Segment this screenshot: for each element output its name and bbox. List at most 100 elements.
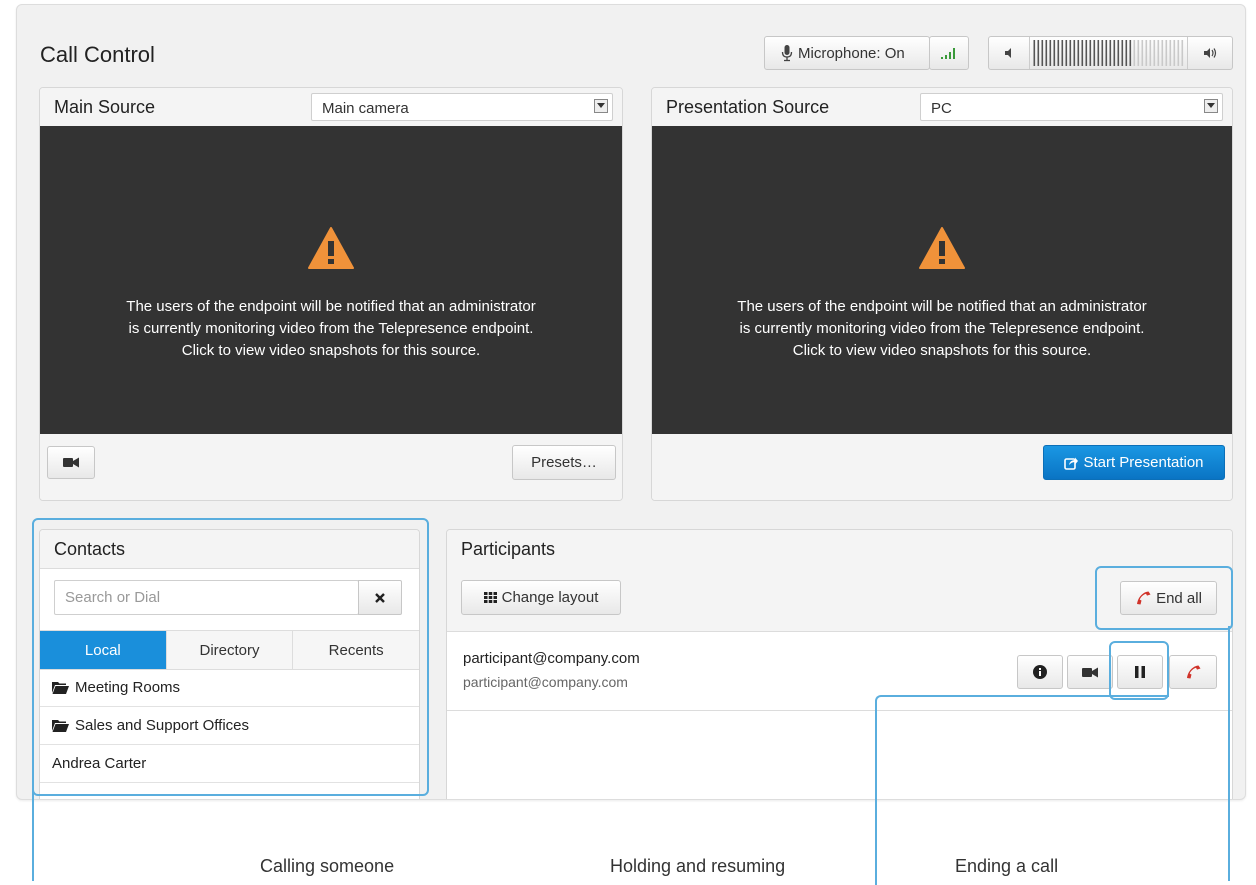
volume-tick (1073, 40, 1076, 66)
participant-info-button[interactable] (1017, 655, 1063, 689)
volume-tick (1061, 40, 1064, 66)
microphone-button[interactable]: Microphone: On (764, 36, 930, 70)
message-line: The users of the endpoint will be notifi… (737, 298, 1147, 315)
warning-icon (919, 227, 965, 269)
message-line: The users of the endpoint will be notifi… (126, 298, 536, 315)
volume-tick (1105, 40, 1108, 66)
microphone-level-button[interactable] (929, 36, 969, 70)
volume-tick (1153, 40, 1156, 66)
video-camera-icon (1082, 667, 1098, 677)
annotation-hold (1109, 641, 1169, 700)
chevron-down-icon (594, 99, 608, 113)
volume-tick (1101, 40, 1104, 66)
presentation-source-select[interactable]: PC (920, 93, 1223, 121)
volume-tick (1045, 40, 1048, 66)
volume-tick (1053, 40, 1056, 66)
presentation-source-message: The users of the endpoint will be notifi… (652, 296, 1232, 362)
volume-slider[interactable] (1033, 40, 1185, 66)
volume-up-button[interactable] (1187, 37, 1232, 69)
volume-tick (1097, 40, 1100, 66)
info-icon (1033, 665, 1047, 679)
presets-button[interactable]: Presets… (512, 445, 616, 480)
main-source-panel: Main Source Main camera The users of the… (39, 87, 623, 501)
volume-tick (1169, 40, 1172, 66)
presentation-source-title: Presentation Source (666, 97, 830, 117)
main-source-footer: Presets… (40, 434, 622, 500)
change-layout-label: Change layout (501, 589, 599, 606)
volume-tick (1137, 40, 1140, 66)
chevron-down-icon (1204, 99, 1218, 113)
volume-tick (1113, 40, 1116, 66)
volume-tick (1117, 40, 1120, 66)
volume-tick (1145, 40, 1148, 66)
volume-down-icon (1005, 48, 1011, 58)
presentation-source-footer: Start Presentation (652, 434, 1232, 500)
volume-tick (1125, 40, 1128, 66)
volume-tick (1161, 40, 1164, 66)
message-line: Click to view video snapshots for this s… (792, 342, 1092, 359)
presentation-source-header: Presentation Source PC (652, 88, 1232, 127)
volume-tick (1173, 40, 1176, 66)
participants-header: Participants (447, 530, 1232, 569)
microphone-icon (781, 45, 793, 62)
volume-tick (1157, 40, 1160, 66)
annotation-line (1228, 626, 1230, 881)
participant-address: participant@company.com (463, 674, 628, 690)
volume-tick (1081, 40, 1084, 66)
caption-holding: Holding and resuming (610, 856, 786, 876)
main-source-video[interactable]: The users of the endpoint will be notifi… (40, 126, 622, 434)
volume-tick (1181, 40, 1184, 66)
presets-label: Presets… (531, 454, 597, 471)
presentation-source-panel: Presentation Source PC The users of the … (651, 87, 1233, 501)
volume-tick (1133, 40, 1136, 66)
volume-tick (1037, 40, 1040, 66)
volume-tick (1141, 40, 1144, 66)
caption-calling: Calling someone (260, 856, 395, 876)
caption-ending: Ending a call (955, 856, 1059, 876)
presentation-source-selected: PC (931, 100, 952, 117)
volume-tick (1121, 40, 1124, 66)
camera-control-button[interactable] (47, 446, 95, 479)
annotation-line (32, 790, 34, 881)
participant-video-button[interactable] (1067, 655, 1113, 689)
change-layout-button[interactable]: Change layout (461, 580, 621, 615)
volume-tick (1033, 40, 1036, 66)
annotation-end-all (1095, 566, 1233, 630)
volume-tick (1077, 40, 1080, 66)
start-presentation-label: Start Presentation (1083, 454, 1204, 471)
start-presentation-button[interactable]: Start Presentation (1043, 445, 1225, 480)
main-source-selected: Main camera (322, 100, 409, 117)
volume-tick (1089, 40, 1092, 66)
main-source-message: The users of the endpoint will be notifi… (40, 296, 622, 362)
volume-tick (1041, 40, 1044, 66)
microphone-label: Microphone: On (798, 44, 905, 62)
volume-tick (1049, 40, 1052, 66)
message-line: Click to view video snapshots for this s… (181, 342, 481, 359)
page-title: Call Control (40, 42, 155, 67)
volume-tick (1057, 40, 1060, 66)
volume-control (988, 36, 1233, 70)
volume-tick (1149, 40, 1152, 66)
volume-down-button[interactable] (989, 37, 1030, 69)
volume-tick (1085, 40, 1088, 66)
main-source-title: Main Source (54, 97, 156, 117)
signal-level-icon (941, 48, 955, 59)
participant-hangup-button[interactable] (1169, 655, 1217, 689)
volume-tick (1129, 40, 1132, 66)
volume-up-icon (1204, 48, 1217, 58)
volume-tick (1109, 40, 1112, 66)
volume-tick (1065, 40, 1068, 66)
main-source-header: Main Source Main camera (40, 88, 622, 127)
volume-tick (1165, 40, 1168, 66)
phone-hangup-icon (1187, 665, 1201, 679)
volume-tick (1177, 40, 1180, 66)
volume-ticks (1033, 40, 1184, 66)
message-line: is currently monitoring video from the T… (128, 320, 534, 337)
annotation-calling (32, 518, 429, 796)
grid-icon (483, 592, 497, 603)
main-source-select[interactable]: Main camera (311, 93, 613, 121)
participants-title: Participants (461, 539, 556, 559)
video-camera-icon (63, 457, 79, 468)
warning-icon (308, 227, 354, 269)
presentation-source-video[interactable]: The users of the endpoint will be notifi… (652, 126, 1232, 434)
